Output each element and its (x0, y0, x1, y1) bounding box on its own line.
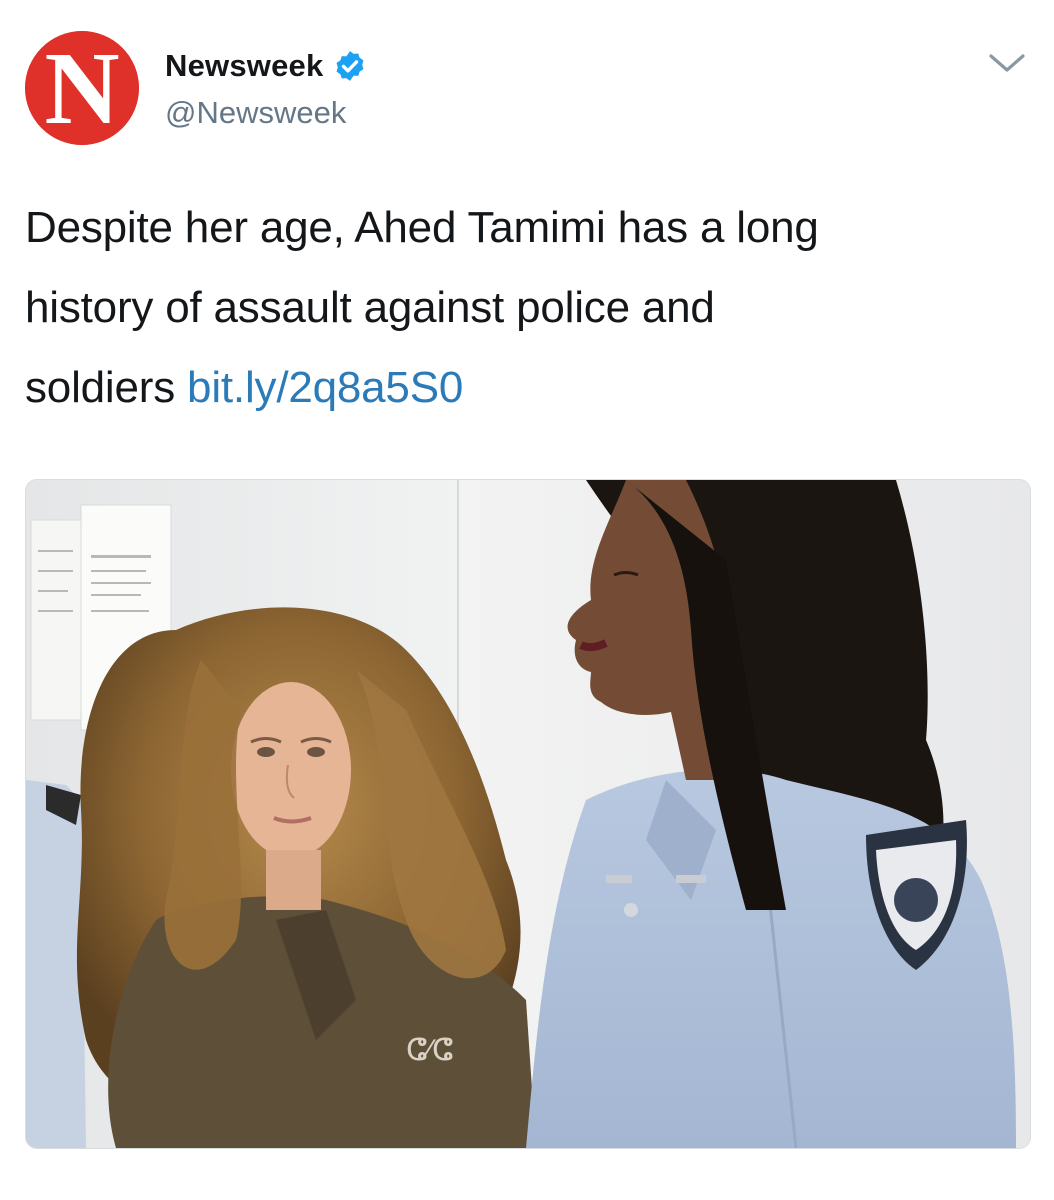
tweet-text-line: history of assault against police and (25, 283, 715, 332)
verified-badge-icon (336, 51, 364, 81)
avatar-letter: N (44, 31, 119, 145)
author-display-name[interactable]: Newsweek (165, 48, 323, 84)
tweet-text: Despite her age, Ahed Tamimi has a long … (25, 188, 1015, 428)
tweet-link[interactable]: bit.ly/2q8a5S0 (187, 363, 463, 412)
author-avatar[interactable]: N (25, 31, 139, 145)
tweet-text-line: Despite her age, Ahed Tamimi has a long (25, 203, 819, 252)
tweet-card: N Newsweek @Newsweek Despite her age, Ah… (0, 0, 1054, 1200)
chevron-down-icon[interactable] (985, 48, 1029, 78)
jacket-print: ⵛ∕ⵛ (406, 1034, 453, 1067)
author-handle[interactable]: @Newsweek (165, 95, 346, 131)
author-name-row: Newsweek (165, 46, 367, 86)
photo-illustration: ⵛ∕ⵛ (26, 480, 1030, 1148)
tweet-text-line: soldiers bit.ly/2q8a5S0 (25, 348, 1015, 428)
tweet-photo[interactable]: ⵛ∕ⵛ (25, 479, 1031, 1149)
tweet-text-line-end: soldiers (25, 363, 176, 412)
